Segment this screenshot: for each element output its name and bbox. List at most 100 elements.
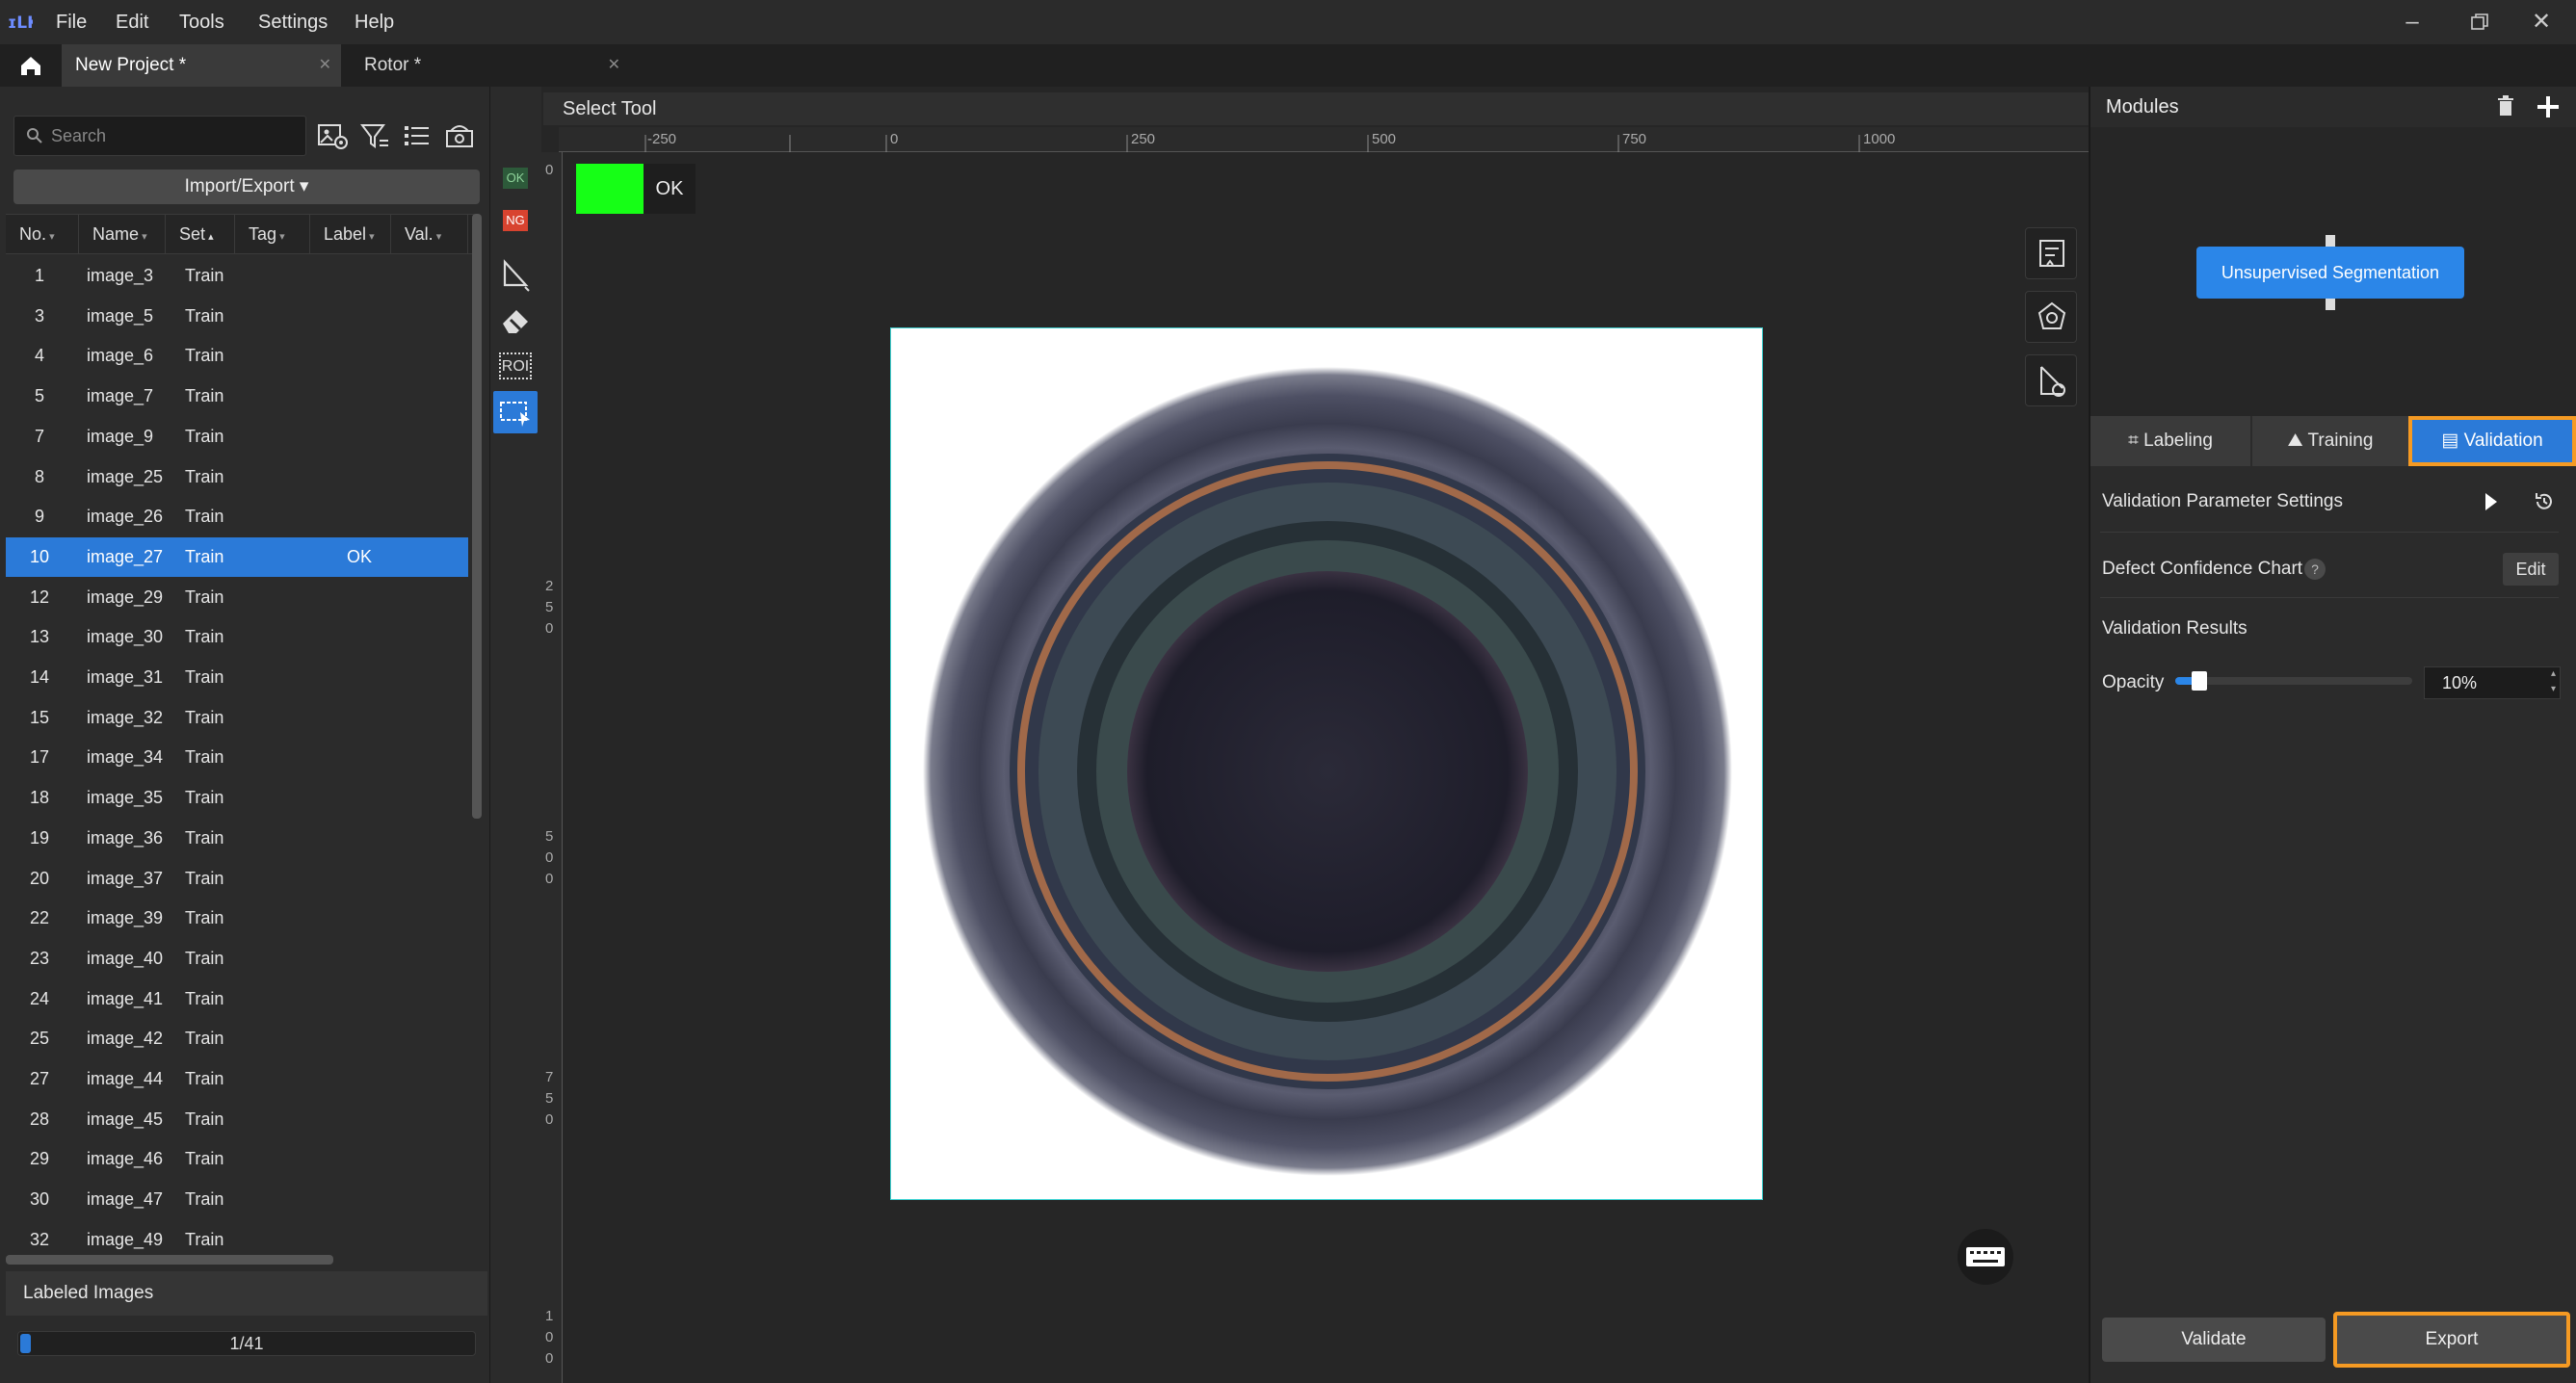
ng-tag-button[interactable]: NG: [493, 204, 538, 247]
tab-training[interactable]: ⛰ Training: [2252, 416, 2408, 466]
menu-settings[interactable]: Settings: [258, 0, 328, 44]
select-tool-icon[interactable]: [493, 391, 538, 433]
eraser-icon[interactable]: [493, 299, 538, 341]
trash-icon[interactable]: [2491, 92, 2520, 121]
search-icon: [27, 128, 42, 144]
validate-button[interactable]: Validate: [2102, 1318, 2326, 1362]
row-number: 18: [29, 788, 50, 808]
table-row[interactable]: 20 image_37 Train: [6, 859, 468, 899]
table-row[interactable]: 30 image_47 Train: [6, 1180, 468, 1219]
table-row[interactable]: 10 image_27 Train OK: [6, 536, 468, 577]
opacity-slider[interactable]: [2175, 677, 2412, 685]
table-row[interactable]: 15 image_32 Train: [6, 698, 468, 738]
table-row[interactable]: 13 image_30 Train: [6, 617, 468, 657]
polygon-view-icon[interactable]: [2025, 291, 2077, 343]
table-row[interactable]: 19 image_36 Train: [6, 819, 468, 858]
roi-tool-icon[interactable]: ROI: [493, 345, 538, 387]
tab-rotor[interactable]: Rotor * ✕: [351, 44, 630, 87]
row-name: image_27: [87, 546, 164, 566]
mask-view-icon[interactable]: [2025, 354, 2077, 406]
close-window-icon[interactable]: ✕: [2512, 0, 2570, 44]
row-set: Train: [185, 667, 224, 687]
divider: [2100, 597, 2559, 598]
help-icon[interactable]: ?: [2304, 559, 2326, 580]
module-node[interactable]: Unsupervised Segmentation: [2196, 247, 2464, 299]
table-row[interactable]: 12 image_29 Train: [6, 578, 468, 617]
spin-up-icon[interactable]: ▴: [2551, 667, 2556, 681]
column-header-set[interactable]: Set ▴: [166, 215, 235, 253]
table-row[interactable]: 3 image_5 Train: [6, 297, 468, 336]
edit-chart-button[interactable]: Edit: [2503, 553, 2559, 586]
row-number: 8: [34, 466, 44, 486]
horizontal-scrollbar[interactable]: [6, 1255, 333, 1265]
image-settings-icon[interactable]: [314, 117, 351, 154]
filter-icon[interactable]: [356, 117, 393, 154]
tab-validation[interactable]: ▤ Validation: [2408, 416, 2576, 466]
table-row[interactable]: 22 image_39 Train: [6, 899, 468, 938]
row-name: image_36: [87, 827, 164, 848]
opacity-slider-thumb[interactable]: [2191, 671, 2207, 691]
row-number: 5: [34, 386, 44, 406]
table-row[interactable]: 18 image_35 Train: [6, 778, 468, 818]
row-set: Train: [185, 466, 224, 486]
row-name: image_44: [87, 1069, 164, 1088]
export-button[interactable]: Export: [2333, 1312, 2570, 1368]
table-row[interactable]: 4 image_6 Train: [6, 336, 468, 376]
polygon-tool-icon[interactable]: [493, 252, 538, 295]
row-set: Train: [185, 1229, 224, 1249]
search-input[interactable]: Search: [13, 116, 306, 156]
reset-icon[interactable]: [2532, 489, 2557, 514]
keyboard-icon[interactable]: [1958, 1229, 2013, 1285]
row-set: Train: [185, 266, 224, 285]
close-tab-icon[interactable]: ✕: [608, 44, 620, 87]
inspected-image[interactable]: [890, 327, 1763, 1200]
table-row[interactable]: 7 image_9 Train: [6, 417, 468, 457]
menu-edit[interactable]: Edit: [116, 0, 148, 44]
column-header-label[interactable]: Label ▾: [310, 215, 391, 253]
menu-file[interactable]: File: [56, 0, 87, 44]
list-view-icon[interactable]: [399, 117, 435, 154]
minimize-icon[interactable]: –: [2383, 0, 2441, 44]
restore-icon[interactable]: [2451, 0, 2509, 44]
ruler-tick-label: 500: [1372, 131, 1397, 147]
table-row[interactable]: 9 image_26 Train: [6, 497, 468, 536]
table-row[interactable]: 32 image_49 Train: [6, 1220, 468, 1260]
row-set: Train: [185, 587, 224, 607]
ok-tag-button[interactable]: OK: [493, 162, 538, 204]
add-module-icon[interactable]: [2534, 92, 2563, 121]
table-row[interactable]: 17 image_34 Train: [6, 738, 468, 777]
row-set: Train: [185, 346, 224, 366]
tab-labeling[interactable]: ⌗ Labeling: [2090, 416, 2250, 466]
import-export-button[interactable]: Import/Export ▾: [13, 170, 480, 204]
annotation-list-icon[interactable]: [2025, 227, 2077, 279]
table-row[interactable]: 8 image_25 Train: [6, 457, 468, 497]
column-header-val[interactable]: Val. ▾: [391, 215, 468, 253]
menu-tools[interactable]: Tools: [179, 0, 224, 44]
table-row[interactable]: 27 image_44 Train: [6, 1059, 468, 1099]
opacity-input[interactable]: 10% ▴ ▾: [2424, 666, 2561, 699]
row-name: image_30: [87, 627, 164, 647]
table-row[interactable]: 25 image_42 Train: [6, 1019, 468, 1058]
table-row[interactable]: 29 image_46 Train: [6, 1139, 468, 1179]
row-name: image_26: [87, 507, 164, 527]
table-row[interactable]: 5 image_7 Train: [6, 377, 468, 416]
table-row[interactable]: 23 image_40 Train: [6, 939, 468, 979]
column-header-tag[interactable]: Tag ▾: [235, 215, 310, 253]
vertical-scrollbar[interactable]: [472, 214, 482, 819]
table-row[interactable]: 28 image_45 Train: [6, 1100, 468, 1139]
row-number: 15: [29, 707, 50, 727]
home-icon[interactable]: [10, 48, 52, 83]
play-icon[interactable]: [2480, 489, 2503, 514]
menu-help[interactable]: Help: [355, 0, 394, 44]
camera-icon[interactable]: [441, 117, 478, 154]
table-row[interactable]: 14 image_31 Train: [6, 658, 468, 697]
column-header-no[interactable]: No. ▾: [6, 215, 79, 253]
column-header-name[interactable]: Name ▾: [79, 215, 166, 253]
close-tab-icon[interactable]: ✕: [319, 44, 331, 87]
row-set: Train: [185, 1189, 224, 1210]
ruler-tick-label: 750: [1622, 131, 1647, 147]
spin-down-icon[interactable]: ▾: [2551, 683, 2556, 696]
table-row[interactable]: 24 image_41 Train: [6, 979, 468, 1019]
tab-new-project[interactable]: New Project * ✕: [62, 44, 341, 87]
table-row[interactable]: 1 image_3 Train: [6, 256, 468, 296]
